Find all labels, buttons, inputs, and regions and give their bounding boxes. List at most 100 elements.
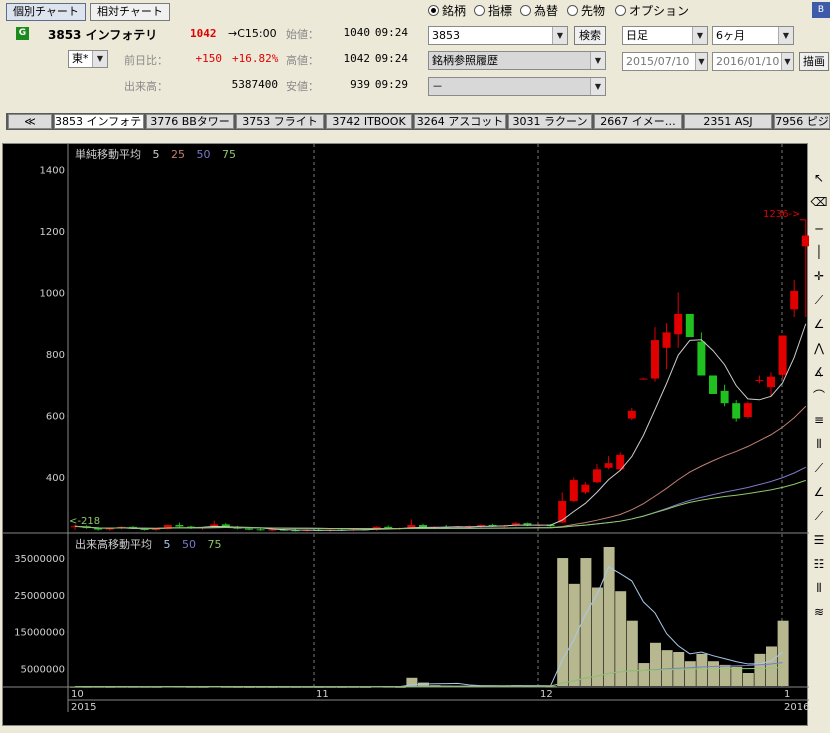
sma75-line [74, 479, 806, 530]
candle-body [569, 480, 578, 502]
high-value: 1042 [343, 52, 371, 65]
candle-body [790, 290, 799, 310]
stock-tab[interactable]: 7956 ピジ [774, 114, 830, 129]
from-date-field[interactable]: 2015/07/10 ▼ [622, 52, 708, 71]
range-select[interactable]: 6ヶ月 ▼ [712, 26, 794, 45]
channel-line-icon[interactable]: ∠ [810, 315, 828, 333]
candle-body [245, 528, 253, 530]
open-label: 始値： [286, 28, 319, 41]
chevron-down-icon[interactable]: ▼ [590, 78, 605, 95]
volume-bar [638, 663, 650, 686]
code-input[interactable]: 3853 ▼ [428, 26, 568, 45]
fibonacci-time-icon[interactable]: ⦀ [810, 435, 828, 453]
period-select-value: 日足 [626, 29, 648, 42]
x-month-label: 11 [316, 689, 329, 700]
radio-options[interactable]: オプション [615, 2, 689, 19]
gann-line-icon[interactable]: ⟋ [810, 459, 828, 477]
period-select[interactable]: 日足 ▼ [622, 26, 708, 45]
to-date-field[interactable]: 2016/01/10 ▼ [712, 52, 794, 71]
vertical-line-icon[interactable]: │ [810, 243, 828, 261]
history-select-value: 銘柄参照履歴 [432, 54, 498, 67]
radio-icon [567, 5, 578, 16]
right-edge-button[interactable]: B [812, 2, 830, 18]
price-y-tick: 600 [46, 411, 65, 422]
wave-icon[interactable]: ≋ [810, 603, 828, 621]
market-select[interactable]: 東* ▼ [68, 50, 108, 68]
gann-box-icon[interactable]: ∠ [810, 483, 828, 501]
legend-vol-ma5: 5 [163, 538, 171, 551]
candle-body [674, 313, 683, 335]
chevron-down-icon[interactable]: ▼ [692, 27, 707, 44]
chart-panel[interactable]: 1400 1200 1000 800 600 400 35000000 25000000 150… [2, 143, 809, 727]
fibonacci-fan-icon[interactable]: ∡ [810, 363, 828, 381]
fan-line-icon[interactable]: ⋀ [810, 339, 828, 357]
stock-tabs-bar: ≪ 3853 インフォテリ 3776 BBタワー 3753 フライト 3742 … [6, 113, 830, 130]
horizontal-line-icon[interactable]: ─ [810, 220, 828, 238]
chevron-down-icon[interactable]: ▼ [695, 53, 707, 70]
stock-tab[interactable]: 2351 ASJ [684, 114, 772, 129]
volume-label: 出来高： [124, 80, 168, 93]
draw-button[interactable]: 描画 [799, 52, 829, 71]
sub-select[interactable]: － ▼ [428, 77, 606, 96]
tab-individual-chart[interactable]: 個別チャート [6, 3, 86, 21]
volume-bar [592, 587, 603, 686]
x-year-label: 2016 [784, 702, 809, 713]
low-marker: <-218 [69, 516, 101, 527]
retracement-icon[interactable]: ≡ [810, 411, 828, 429]
cycle-icon[interactable]: ⦀ [810, 579, 828, 597]
sma25-line [74, 405, 807, 530]
chevron-down-icon[interactable]: ▼ [590, 52, 605, 69]
four-line-icon[interactable]: ☷ [810, 555, 828, 573]
candle-body [593, 469, 601, 483]
search-button[interactable]: 検索 [574, 26, 606, 45]
stock-tab[interactable]: 3776 BBタワー [146, 114, 234, 129]
legend-ma50: 50 [196, 148, 211, 161]
volume-bar [626, 620, 638, 686]
legend-vol-ma75: 75 [207, 538, 222, 551]
price-y-tick: 800 [46, 350, 65, 361]
volume-bar [568, 583, 580, 686]
radio-index[interactable]: 指標 [474, 2, 512, 19]
sma50-line [74, 466, 807, 530]
candle-body [778, 335, 787, 375]
candle-body [268, 529, 277, 531]
volume-bar [719, 664, 731, 686]
chart-svg[interactable]: 1400120010008006004003500000025000000150… [3, 144, 809, 727]
cross-line-icon[interactable]: ✛ [810, 267, 828, 285]
radio-stock[interactable]: 銘柄 [428, 2, 466, 19]
price-y-tick: 1400 [40, 165, 65, 176]
candle-body [732, 403, 741, 419]
stock-tab[interactable]: 3742 ITBOOK [326, 114, 412, 129]
three-line-icon[interactable]: ☰ [810, 531, 828, 549]
stock-tab[interactable]: 3753 フライト [236, 114, 324, 129]
chevron-down-icon[interactable]: ▼ [778, 27, 793, 44]
radio-futures[interactable]: 先物 [567, 2, 605, 19]
cursor-icon[interactable]: ↖ [810, 169, 828, 187]
chevron-down-icon[interactable]: ▼ [781, 53, 793, 70]
regression-icon[interactable]: ⟋ [810, 507, 828, 525]
volume-ma-title: 出来高移動平均 [75, 538, 152, 551]
volume-y-tick: 5000000 [20, 665, 65, 676]
eraser-icon[interactable]: ⌫ [810, 193, 828, 211]
radio-fx[interactable]: 為替 [520, 2, 558, 19]
stock-tab[interactable]: 3853 インフォテリ [54, 114, 144, 129]
candle-body [720, 390, 729, 404]
change-pct: +16.82% [232, 52, 279, 65]
price-y-tick: 400 [46, 473, 65, 484]
tabs-prev-button[interactable]: ≪ [8, 114, 52, 129]
x-year-label: 2015 [71, 702, 96, 713]
radio-icon [520, 5, 531, 16]
stock-tab[interactable]: 2667 イメー… [594, 114, 682, 129]
chevron-down-icon[interactable]: ▼ [552, 27, 567, 44]
sma5-line [74, 323, 807, 531]
trend-line-icon[interactable]: ⟋ [810, 291, 828, 309]
stock-tab[interactable]: 3264 アスコット [414, 114, 506, 129]
radio-label: オプション [629, 4, 690, 18]
history-select[interactable]: 銘柄参照履歴 ▼ [428, 51, 606, 70]
volume-y-tick: 35000000 [14, 554, 65, 565]
chevron-down-icon[interactable]: ▼ [92, 51, 107, 67]
volume-chart-title: 出来高移動平均 5 50 75 [75, 536, 222, 552]
arc-icon[interactable]: ⌒ [810, 387, 828, 405]
tab-relative-chart[interactable]: 相対チャート [90, 3, 170, 21]
stock-tab[interactable]: 3031 ラクーン [508, 114, 592, 129]
